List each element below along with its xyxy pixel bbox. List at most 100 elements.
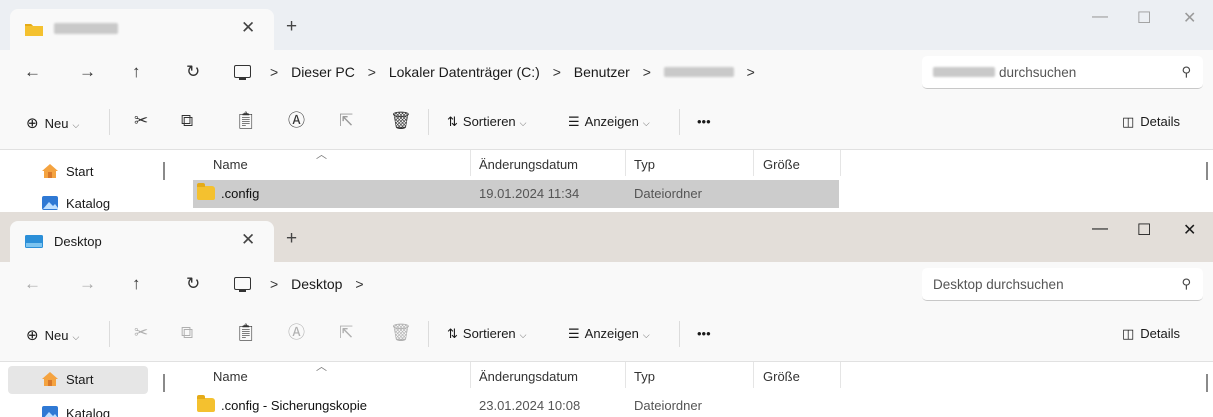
scrollbar[interactable] — [1206, 162, 1208, 180]
address-bar[interactable]: > Dieser PC > Lokaler Datenträger (C:) >… — [226, 56, 912, 89]
minimize-button[interactable]: — — [1092, 220, 1108, 238]
details-button[interactable]: ◫ Details — [1122, 114, 1180, 130]
column-header-size[interactable]: Größe — [763, 369, 800, 384]
details-pane-icon: ◫ — [1122, 326, 1135, 341]
view-button[interactable]: ☰ Anzeigen ⌵ — [568, 326, 650, 342]
tab-title: Desktop — [54, 234, 102, 249]
sort-button[interactable]: ⇅ Sortieren ⌵ — [447, 326, 526, 342]
folder-icon — [25, 24, 43, 36]
column-divider[interactable] — [840, 362, 841, 388]
sidebar-item-start[interactable]: Start — [8, 158, 148, 186]
scrollbar[interactable] — [1206, 374, 1208, 392]
column-divider[interactable] — [753, 362, 754, 388]
minimize-button[interactable]: — — [1092, 8, 1108, 26]
back-button[interactable]: ← — [24, 274, 41, 294]
paste-icon[interactable]: 📋︎ — [235, 111, 257, 131]
computer-icon — [234, 65, 251, 80]
tab-close-icon[interactable]: ✕ — [241, 230, 255, 250]
column-header-type[interactable]: Typ — [634, 157, 655, 172]
table-row[interactable]: .config - Sicherungskopie 23.01.2024 10:… — [193, 392, 839, 417]
back-button[interactable]: ← — [24, 62, 41, 82]
view-button[interactable]: ☰ Anzeigen ⌵ — [568, 114, 650, 130]
column-divider[interactable] — [625, 150, 626, 176]
column-header-date[interactable]: Änderungsdatum — [479, 157, 578, 172]
redacted-text — [933, 67, 995, 77]
tab-close-icon[interactable]: ✕ — [241, 18, 255, 38]
breadcrumb: > Dieser PC > Lokaler Datenträger (C:) >… — [270, 64, 764, 80]
search-input[interactable]: Desktop durchsuchen ⚲ — [922, 268, 1203, 301]
new-tab-button[interactable]: + — [286, 229, 297, 249]
breadcrumb-desktop[interactable]: Desktop — [291, 276, 342, 292]
refresh-button[interactable]: ↻ — [186, 62, 200, 82]
column-header-name[interactable]: Name — [213, 157, 248, 172]
share-icon[interactable]: ⇱ — [339, 323, 353, 343]
maximize-button[interactable]: ☐ — [1137, 220, 1151, 240]
rename-icon[interactable]: Ⓐ — [288, 111, 305, 131]
maximize-button[interactable]: ☐ — [1137, 8, 1151, 28]
sidebar-item-katalog[interactable]: Katalog — [8, 190, 148, 212]
sidebar-item-start[interactable]: Start — [8, 366, 148, 394]
tab-desktop[interactable]: Desktop ✕ — [10, 221, 274, 262]
up-button[interactable]: ↑ — [132, 274, 141, 294]
computer-icon — [234, 277, 251, 292]
close-button[interactable]: ✕ — [1183, 220, 1196, 240]
refresh-button[interactable]: ↻ — [186, 274, 200, 294]
column-divider[interactable] — [840, 150, 841, 176]
sort-button[interactable]: ⇅ Sortieren ⌵ — [447, 114, 526, 130]
column-divider[interactable] — [470, 150, 471, 176]
scissors-icon[interactable]: ✂ — [134, 323, 148, 343]
tab-title — [54, 22, 118, 37]
chevron-down-icon: ⌵ — [72, 332, 80, 342]
breadcrumb-separator: > — [355, 276, 364, 292]
up-button[interactable]: ↑ — [132, 62, 141, 82]
pane-splitter[interactable] — [163, 374, 165, 392]
forward-button[interactable]: → — [79, 62, 96, 82]
share-icon[interactable]: ⇱ — [339, 111, 353, 131]
trash-icon[interactable]: 🗑︎ — [390, 323, 412, 343]
breadcrumb-users[interactable]: Benutzer — [574, 64, 630, 80]
tab-user-folder[interactable]: ✕ — [10, 9, 274, 50]
chevron-down-icon: ⌵ — [519, 330, 527, 340]
redacted-user-name[interactable] — [663, 67, 734, 77]
copy-icon[interactable]: ⧉ — [181, 323, 193, 343]
scissors-icon[interactable]: ✂ — [134, 111, 148, 131]
details-pane-icon: ◫ — [1122, 114, 1135, 129]
search-placeholder: durchsuchen — [933, 65, 1076, 80]
column-divider[interactable] — [625, 362, 626, 388]
pane-splitter[interactable] — [163, 162, 165, 180]
file-type: Dateiordner — [634, 186, 702, 201]
chevron-down-icon: ⌵ — [519, 118, 527, 128]
column-divider[interactable] — [753, 150, 754, 176]
new-tab-button[interactable]: + — [286, 17, 297, 37]
more-options-button[interactable]: ••• — [697, 326, 711, 341]
new-label: Neu — [44, 116, 69, 131]
home-icon — [42, 164, 58, 178]
details-button[interactable]: ◫ Details — [1122, 326, 1180, 342]
trash-icon[interactable]: 🗑︎ — [390, 111, 412, 131]
close-button[interactable]: ✕ — [1183, 8, 1196, 28]
file-date: 23.01.2024 10:08 — [479, 398, 581, 413]
content-area: Start Katalog Name ︿ Änderungsdatum Typ … — [0, 149, 1213, 212]
column-divider[interactable] — [470, 362, 471, 388]
more-options-button[interactable]: ••• — [697, 114, 711, 129]
breadcrumb-separator: > — [270, 64, 279, 80]
breadcrumb-this-pc[interactable]: Dieser PC — [291, 64, 355, 80]
column-header-date[interactable]: Änderungsdatum — [479, 369, 578, 384]
new-button[interactable]: ⊕ Neu ⌵ — [26, 326, 79, 344]
search-input[interactable]: durchsuchen ⚲ — [922, 56, 1203, 89]
forward-button[interactable]: → — [79, 274, 96, 294]
copy-icon[interactable]: ⧉ — [181, 111, 193, 131]
breadcrumb-local-disk[interactable]: Lokaler Datenträger (C:) — [389, 64, 540, 80]
column-header-size[interactable]: Größe — [763, 157, 800, 172]
sidebar-item-katalog[interactable]: Katalog — [8, 400, 148, 417]
column-header-name[interactable]: Name — [213, 369, 248, 384]
rename-icon[interactable]: Ⓐ — [288, 323, 305, 343]
sort-label: Sortieren — [462, 114, 516, 129]
address-bar[interactable]: > Desktop > — [226, 268, 912, 301]
column-header-type[interactable]: Typ — [634, 369, 655, 384]
paste-icon[interactable]: 📋︎ — [235, 323, 257, 343]
new-button[interactable]: ⊕ Neu ⌵ — [26, 114, 79, 132]
details-label: Details — [1140, 326, 1181, 341]
table-row[interactable]: .config 19.01.2024 11:34 Dateiordner — [193, 180, 839, 208]
new-label: Neu — [44, 328, 69, 343]
